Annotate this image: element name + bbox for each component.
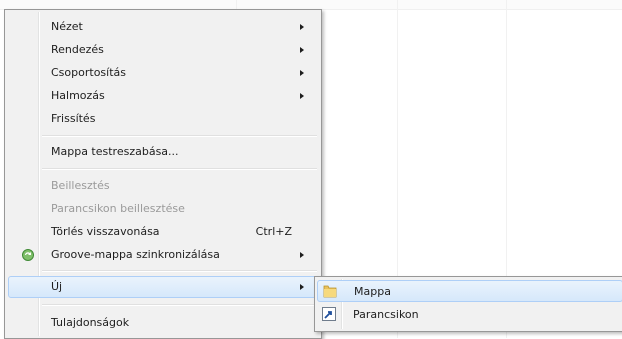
- submenu-arrow-icon: [300, 284, 304, 290]
- new-submenu: Mappa Parancsikon: [314, 276, 622, 332]
- submenu-arrow-icon: [300, 24, 304, 30]
- menu-item-label: Új: [51, 280, 63, 293]
- folder-icon: [322, 283, 338, 299]
- menu-item-view[interactable]: Nézet: [8, 16, 318, 38]
- shortcut-label: Ctrl+Z: [255, 225, 292, 238]
- menu-separator: [42, 168, 317, 170]
- menu-separator: [42, 270, 317, 272]
- menu-item-paste-shortcut[interactable]: Parancsikon beillesztése: [8, 198, 318, 220]
- menu-item-label: Nézet: [51, 20, 83, 33]
- menu-item-label: Frissítés: [51, 112, 96, 125]
- menu-item-properties[interactable]: Tulajdonságok: [8, 312, 318, 334]
- menu-item-label: Mappa testreszabása...: [51, 145, 179, 158]
- menu-item-label: Halmozás: [51, 89, 105, 102]
- menu-item-groove-sync[interactable]: Groove-mappa szinkronizálása: [8, 244, 318, 266]
- menu-item-group[interactable]: Csoportosítás: [8, 62, 318, 84]
- menu-item-stack[interactable]: Halmozás: [8, 85, 318, 107]
- menu-item-undo-delete[interactable]: Törlés visszavonása Ctrl+Z: [8, 221, 318, 243]
- menu-item-refresh[interactable]: Frissítés: [8, 108, 318, 130]
- menu-item-paste[interactable]: Beillesztés: [8, 175, 318, 197]
- submenu-arrow-icon: [300, 93, 304, 99]
- shortcut-icon: [321, 306, 337, 322]
- menu-item-label: Beillesztés: [51, 179, 110, 192]
- menu-separator: [42, 135, 317, 137]
- context-menu: Nézet Rendezés Csoportosítás Halmozás Fr…: [4, 9, 322, 339]
- menu-item-new-folder[interactable]: Mappa: [317, 280, 622, 302]
- menu-item-label: Parancsikon: [353, 308, 419, 321]
- menu-item-sort[interactable]: Rendezés: [8, 39, 318, 61]
- menu-item-customize-folder[interactable]: Mappa testreszabása...: [8, 141, 318, 163]
- groove-sync-icon: [20, 247, 36, 263]
- menu-item-label: Törlés visszavonása: [51, 225, 160, 238]
- menu-item-label: Mappa: [354, 285, 391, 298]
- menu-item-label: Rendezés: [51, 43, 104, 56]
- menu-separator: [42, 304, 317, 306]
- submenu-arrow-icon: [300, 47, 304, 53]
- menu-item-label: Tulajdonságok: [51, 316, 130, 329]
- menu-item-new[interactable]: Új: [8, 276, 318, 298]
- menu-item-label: Parancsikon beillesztése: [51, 202, 185, 215]
- menu-item-label: Csoportosítás: [51, 66, 126, 79]
- menu-item-new-shortcut[interactable]: Parancsikon: [317, 304, 622, 326]
- submenu-arrow-icon: [300, 252, 304, 258]
- submenu-arrow-icon: [300, 70, 304, 76]
- menu-item-label: Groove-mappa szinkronizálása: [51, 248, 220, 261]
